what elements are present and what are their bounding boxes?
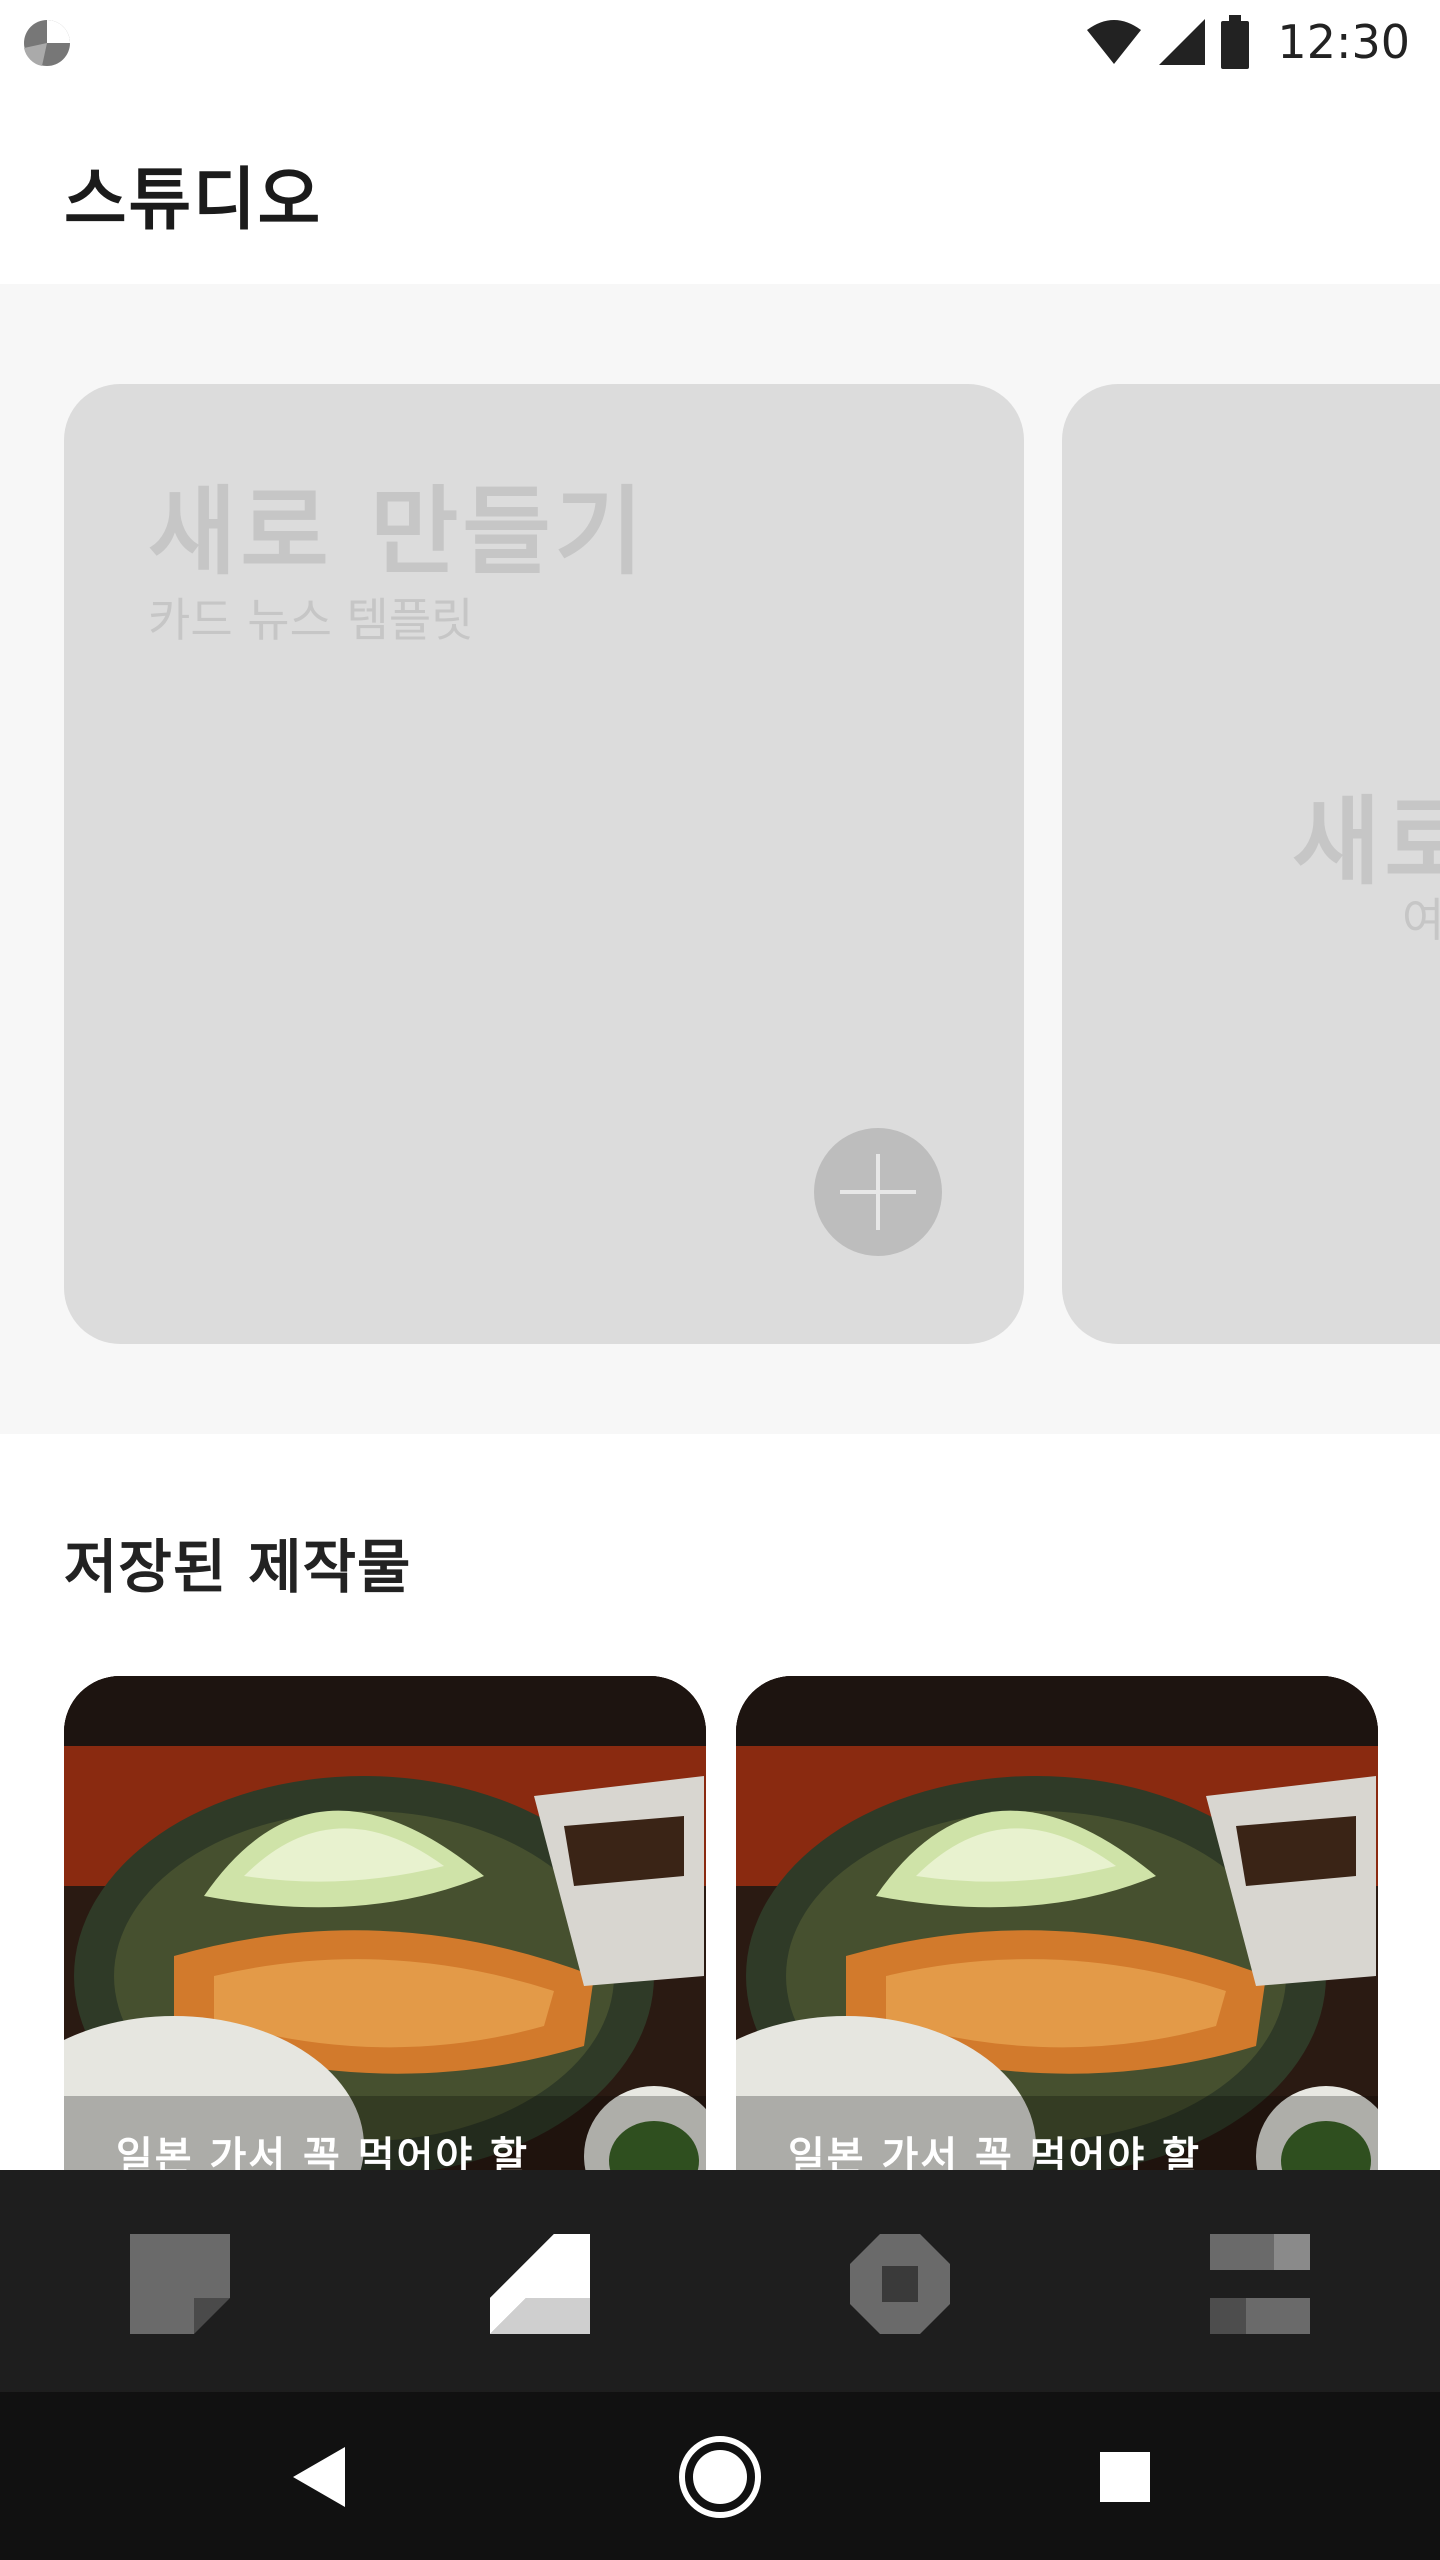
wifi-icon: [1087, 20, 1142, 64]
template-subtitle: 여: [1402, 893, 1440, 947]
template-title: 새로: [1292, 786, 1440, 898]
explore-icon[interactable]: [850, 2234, 950, 2334]
template-carousel[interactable]: 새로 만들기 카드 뉴스 템플릿 새로 여: [0, 284, 1440, 1434]
template-subtitle: 카드 뉴스 템플릿: [148, 593, 474, 647]
battery-icon: [1221, 15, 1250, 69]
saved-item[interactable]: 일본 가서 꼭 먹어야 할: [64, 1676, 706, 2196]
bottom-navigation: [0, 2170, 1440, 2392]
clock: 12:30: [1277, 15, 1410, 69]
saved-section-title: 저장된 제작물: [64, 1533, 412, 1601]
recent-apps-icon[interactable]: [1080, 2432, 1170, 2522]
saved-thumbnail-image: [736, 1676, 1378, 2196]
template-title: 새로 만들기: [148, 476, 648, 588]
saved-thumbnail-image: [64, 1676, 706, 2196]
back-icon[interactable]: [275, 2432, 365, 2522]
new-template-card-2[interactable]: 새로 여: [1062, 384, 1440, 1344]
studio-icon[interactable]: [490, 2234, 590, 2334]
saved-item[interactable]: 일본 가서 꼭 먹어야 할: [736, 1676, 1378, 2196]
page-title: 스튜디오: [64, 161, 323, 240]
new-card-news-template[interactable]: 새로 만들기 카드 뉴스 템플릿: [64, 384, 1024, 1344]
plus-icon[interactable]: [814, 1128, 942, 1256]
app-logo-icon: [24, 20, 70, 66]
status-bar: 12:30: [0, 0, 1440, 84]
home-icon[interactable]: [675, 2432, 765, 2522]
card-news-icon[interactable]: [130, 2234, 230, 2334]
system-navigation-bar: [0, 2392, 1440, 2560]
signal-icon: [1159, 19, 1206, 65]
app-header: 스튜디오: [0, 84, 1440, 284]
menu-list-icon[interactable]: [1210, 2234, 1310, 2334]
